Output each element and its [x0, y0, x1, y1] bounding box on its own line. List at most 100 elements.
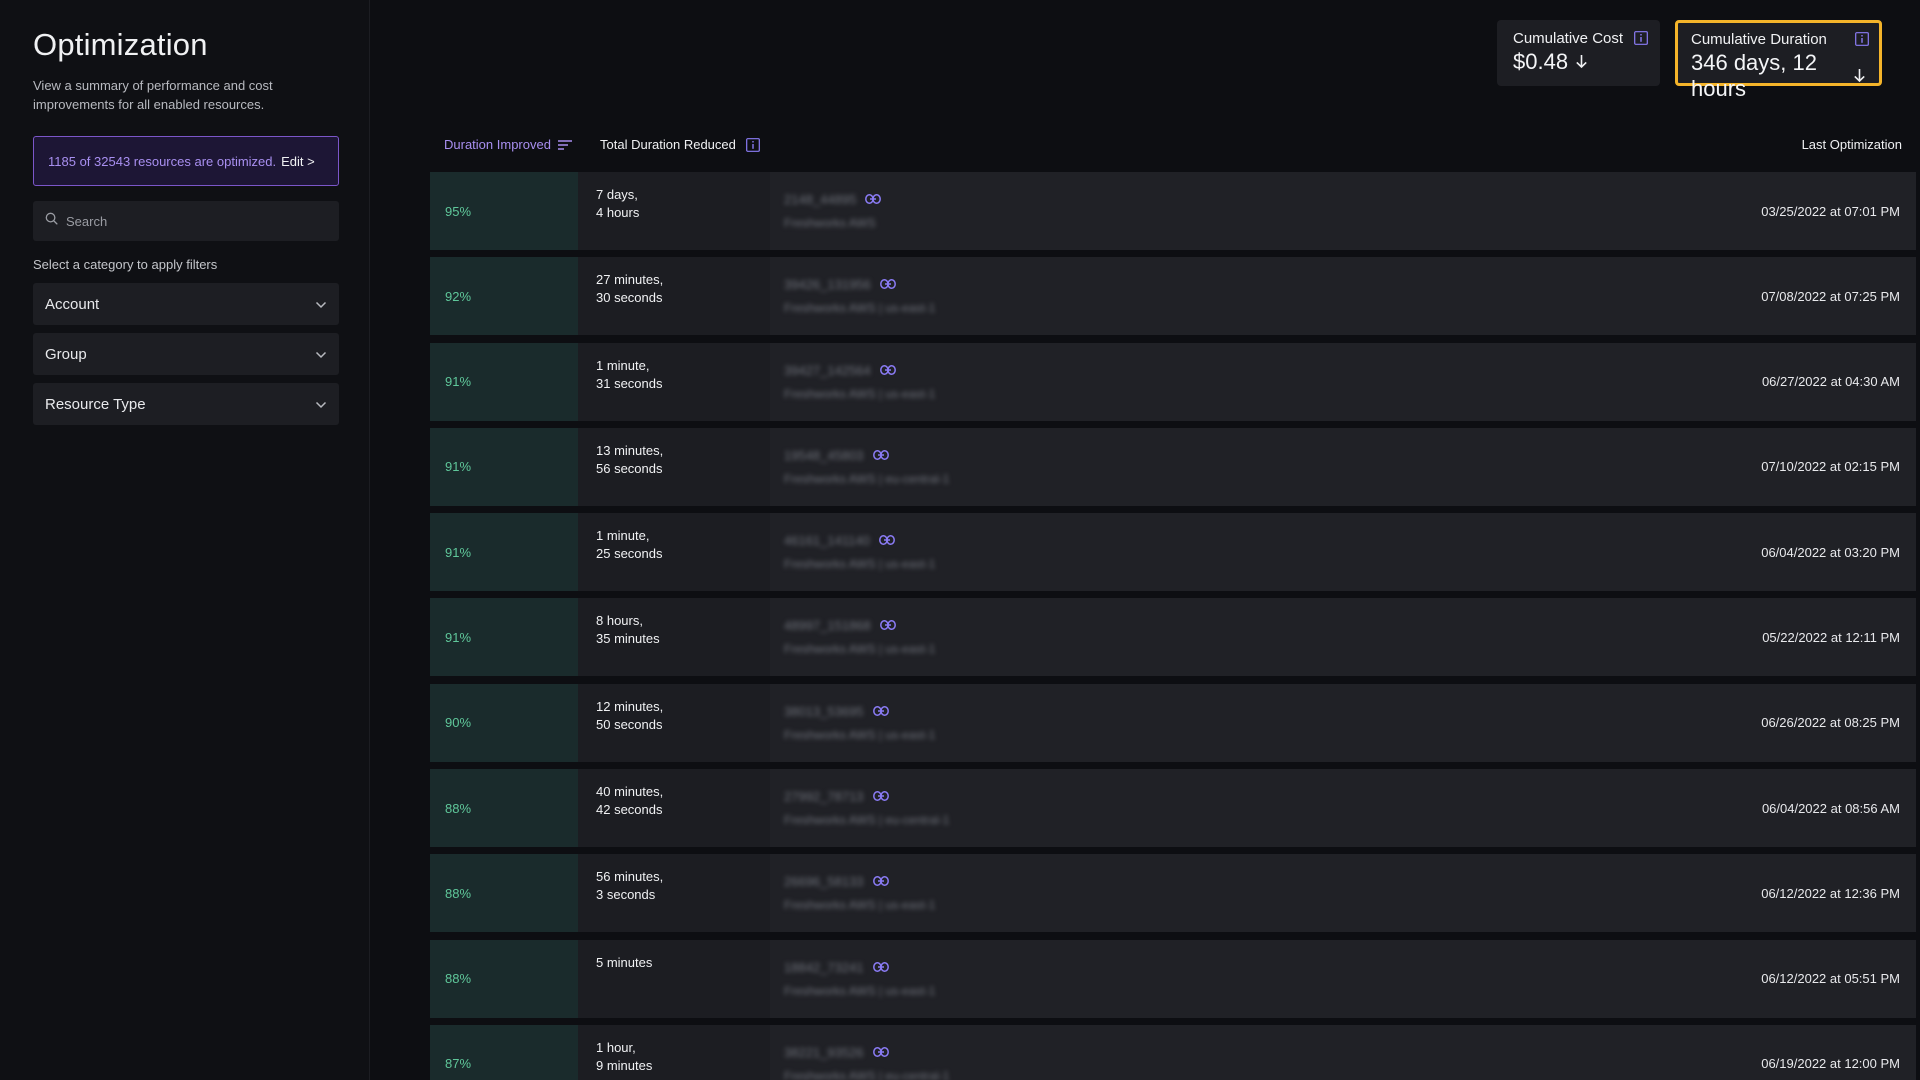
- link-icon[interactable]: [872, 1045, 889, 1060]
- link-icon[interactable]: [872, 704, 889, 719]
- resource-id-line: 46161_141140: [784, 533, 1916, 548]
- resource-id-line: 27992_78713: [784, 789, 1916, 804]
- sort-icon[interactable]: [557, 139, 573, 151]
- last-optimization-date: 03/25/2022 at 07:01 PM: [1761, 203, 1900, 219]
- duration-reduced-line-1: 13 minutes,: [596, 442, 664, 458]
- total-duration-reduced-cell: 12 minutes, 50 seconds: [578, 683, 770, 762]
- duration-improved-value: 88%: [445, 885, 472, 901]
- duration-improved-value: 91%: [445, 374, 472, 390]
- last-optimization-date: 07/10/2022 at 02:15 PM: [1761, 459, 1900, 475]
- sidebar: Optimization View a summary of performan…: [0, 0, 370, 1080]
- resource-id: 39426_131956: [784, 277, 871, 293]
- chevron-down-icon: [315, 346, 327, 363]
- duration-reduced-line-2: 42 seconds: [596, 802, 663, 818]
- resource-id: 38013_53695: [784, 703, 864, 719]
- duration-improved-value: 87%: [445, 1056, 472, 1072]
- last-optimization-date: 06/12/2022 at 12:36 PM: [1761, 885, 1900, 901]
- table-row[interactable]: 91% 8 hours, 35 minutes 48997_151868 Fre…: [430, 598, 1916, 677]
- resource-id: 18842_73241: [784, 959, 864, 975]
- cumulative-duration-label: Cumulative Duration: [1691, 31, 1827, 48]
- filter-account[interactable]: Account: [33, 283, 339, 325]
- total-duration-reduced-cell: 8 hours, 35 minutes: [578, 598, 770, 677]
- resource-id-line: 26696_58133: [784, 874, 1916, 889]
- column-duration-improved[interactable]: Duration Improved: [444, 137, 573, 152]
- table-row[interactable]: 88% 5 minutes 18842_73241 Freshworks AWS…: [430, 939, 1916, 1018]
- duration-reduced-line-2: 35 minutes: [596, 631, 660, 647]
- table-row[interactable]: 91% 13 minutes, 56 seconds 19548_45803 F…: [430, 427, 1916, 506]
- resource-cell: 38221_93526 Freshworks AWS | eu-central-…: [770, 1025, 1916, 1080]
- table-row[interactable]: 90% 12 minutes, 50 seconds 38013_53695 F…: [430, 683, 1916, 762]
- table-row[interactable]: 88% 40 minutes, 42 seconds 27992_78713 F…: [430, 769, 1916, 848]
- search-input[interactable]: [66, 213, 316, 229]
- duration-reduced-line-1: 56 minutes,: [596, 869, 664, 885]
- last-optimization-date: 07/08/2022 at 07:25 PM: [1761, 288, 1900, 304]
- column-total-duration-reduced[interactable]: Total Duration Reduced: [600, 137, 760, 152]
- resource-id: 27992_78713: [784, 789, 864, 805]
- info-icon[interactable]: [1634, 31, 1648, 50]
- filter-group[interactable]: Group: [33, 333, 339, 375]
- chevron-down-icon: [315, 396, 327, 413]
- duration-improved-cell: 91%: [430, 427, 578, 506]
- duration-reduced-line-2: 4 hours: [596, 205, 640, 220]
- duration-reduced-line-2: 31 seconds: [596, 375, 663, 391]
- table-row[interactable]: 91% 1 minute, 25 seconds 46161_141140 Fr…: [430, 513, 1916, 592]
- info-icon[interactable]: [1855, 32, 1869, 51]
- search-box[interactable]: [33, 201, 339, 241]
- duration-improved-cell: 90%: [430, 683, 578, 762]
- duration-reduced-line-1: 8 hours,: [596, 613, 643, 629]
- duration-improved-value: 90%: [445, 715, 472, 731]
- chevron-down-icon: [315, 296, 327, 313]
- filter-account-label: Account: [45, 295, 100, 313]
- link-icon[interactable]: [878, 533, 895, 548]
- total-duration-reduced-cell: 27 minutes, 30 seconds: [578, 257, 770, 336]
- resource-id: 48997_151868: [784, 618, 871, 634]
- resource-cell: 39426_131956 Freshworks AWS | us-east-1: [770, 257, 1916, 335]
- table-row[interactable]: 95% 7 days, 4 hours 2148_44895 Freshwork…: [430, 172, 1916, 250]
- duration-improved-cell: 91%: [430, 598, 578, 677]
- resource-id-line: 38013_53695: [784, 704, 1916, 719]
- duration-improved-cell: 88%: [430, 854, 578, 933]
- link-icon[interactable]: [872, 448, 889, 463]
- link-icon[interactable]: [879, 618, 896, 633]
- table-header: Duration Improved Total Duration Reduced…: [430, 137, 1902, 157]
- table-row[interactable]: 91% 1 minute, 31 seconds 39427_142564 Fr…: [430, 342, 1916, 421]
- last-optimization-date: 06/27/2022 at 04:30 AM: [1761, 374, 1900, 390]
- column-last-optimization[interactable]: Last Optimization: [1802, 137, 1902, 152]
- duration-improved-cell: 88%: [430, 769, 578, 848]
- table-row[interactable]: 87% 1 hour, 9 minutes 38221_93526 Freshw…: [430, 1024, 1916, 1080]
- resource-account-region: Freshworks AWS | us-east-1: [784, 898, 936, 913]
- info-icon[interactable]: [745, 137, 760, 152]
- edit-link[interactable]: Edit >: [281, 154, 315, 169]
- link-icon[interactable]: [865, 192, 882, 207]
- resource-id: 2148_44895: [784, 192, 857, 207]
- total-duration-reduced-cell: 13 minutes, 56 seconds: [578, 427, 770, 506]
- cumulative-duration-card[interactable]: Cumulative Duration 346 days, 12 hours: [1675, 20, 1882, 101]
- table-row[interactable]: 88% 56 minutes, 3 seconds 26696_58133 Fr…: [430, 854, 1916, 933]
- link-icon[interactable]: [872, 874, 889, 889]
- link-icon[interactable]: [879, 363, 896, 378]
- last-optimization-date: 06/04/2022 at 03:20 PM: [1761, 544, 1900, 560]
- resource-account-region: Freshworks AWS | eu-central-1: [784, 471, 950, 486]
- resource-id: 26696_58133: [784, 874, 864, 890]
- link-icon[interactable]: [879, 277, 896, 292]
- link-icon[interactable]: [872, 960, 889, 975]
- duration-improved-cell: 91%: [430, 342, 578, 421]
- resource-account-region: Freshworks AWS | us-east-1: [784, 727, 936, 742]
- cumulative-duration-value: 346 days, 12 hours: [1691, 50, 1866, 102]
- link-icon[interactable]: [872, 789, 889, 804]
- duration-reduced-line-1: 5 minutes: [596, 954, 653, 970]
- filter-resource-type[interactable]: Resource Type: [33, 383, 339, 425]
- duration-improved-value: 95%: [445, 203, 472, 219]
- resource-account-region: Freshworks AWS | us-east-1: [784, 642, 936, 657]
- resource-account-region: Freshworks AWS | eu-central-1: [784, 1068, 950, 1080]
- total-duration-reduced-cell: 1 minute, 31 seconds: [578, 342, 770, 421]
- duration-improved-value: 92%: [445, 288, 472, 304]
- resource-cell: 39427_142564 Freshworks AWS | us-east-1: [770, 343, 1916, 421]
- table-row[interactable]: 92% 27 minutes, 30 seconds 39426_131956 …: [430, 257, 1916, 336]
- cumulative-cost-card[interactable]: Cumulative Cost $0.48: [1497, 20, 1660, 86]
- duration-reduced-line-2: 50 seconds: [596, 716, 663, 732]
- total-duration-reduced-cell: 1 hour, 9 minutes: [578, 1024, 770, 1080]
- arrow-down-icon: [1853, 63, 1866, 89]
- resource-account-region: Freshworks AWS | us-east-1: [784, 983, 936, 998]
- optimized-banner: 1185 of 32543 resources are optimized. E…: [33, 136, 339, 186]
